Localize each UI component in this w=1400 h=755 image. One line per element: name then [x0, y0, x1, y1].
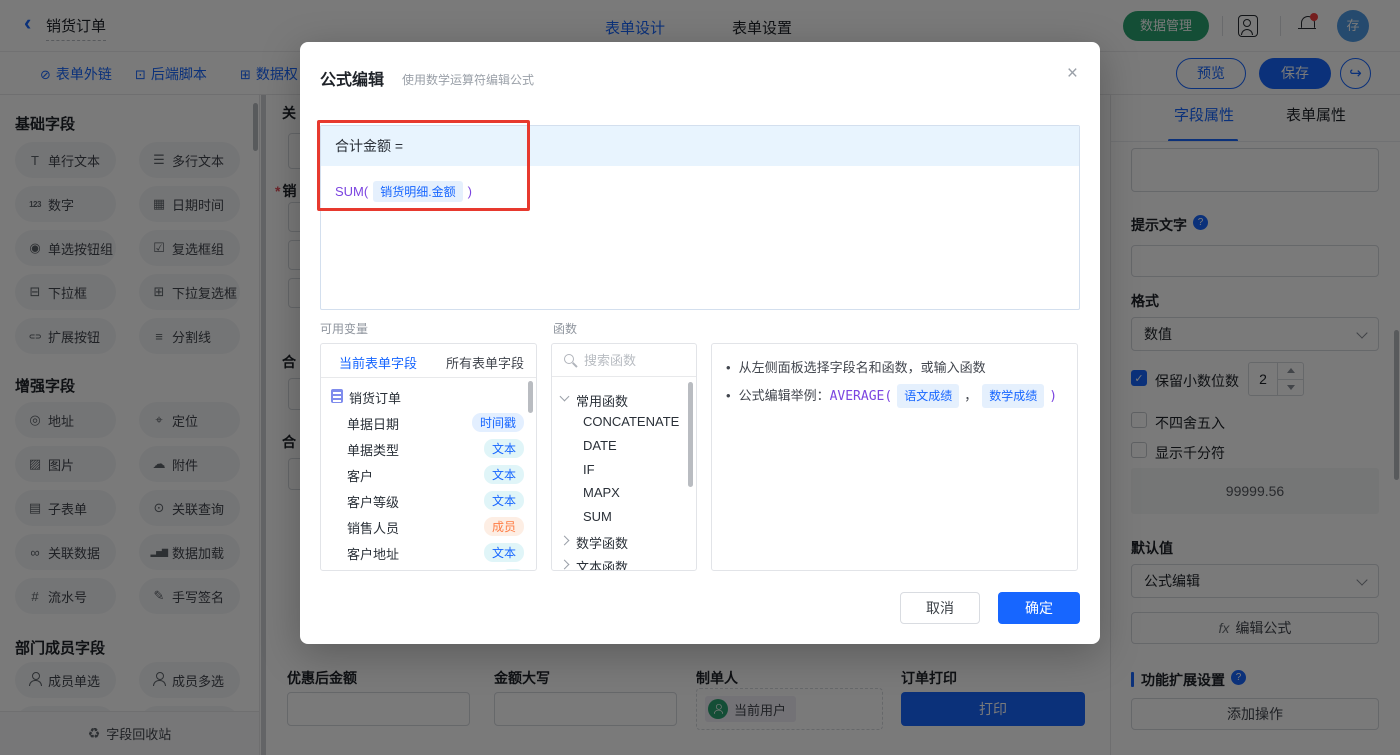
formula-target: 合计金额 =: [321, 126, 1079, 166]
function-item[interactable]: IF: [552, 459, 696, 482]
variable-row-partial[interactable]: [321, 565, 536, 571]
variable-form-node[interactable]: 销货订单: [321, 383, 536, 409]
field-chip[interactable]: 销货明细.金额: [373, 181, 462, 202]
type-badge: [502, 569, 524, 571]
help-tip-2: •公式编辑举例：AVERAGE(语文成绩，数学成绩): [726, 384, 1061, 408]
type-badge: 文本: [484, 439, 524, 458]
search-icon: [564, 354, 574, 364]
close-icon[interactable]: ×: [1067, 64, 1078, 83]
variable-row[interactable]: 客户地址文本: [321, 539, 536, 565]
example-field-chip: 数学成绩: [982, 384, 1044, 408]
dialog-title: 公式编辑: [320, 66, 384, 90]
variable-row[interactable]: 单据类型文本: [321, 435, 536, 461]
form-doc-icon: [331, 389, 343, 403]
function-group-text[interactable]: 文本函数: [552, 554, 696, 571]
function-item[interactable]: SUM: [552, 506, 696, 529]
function-item[interactable]: MAPX: [552, 482, 696, 505]
app-window: ‹ 销货订单 表单设计 表单设置 数据管理 存 ⊘表单外链 ⊡后端脚本 ⊞数据权…: [0, 0, 1400, 755]
function-item[interactable]: DATE: [552, 435, 696, 458]
functions-scrollbar[interactable]: [688, 382, 693, 487]
type-badge: 文本: [484, 491, 524, 510]
chevron-right-icon: [560, 560, 570, 570]
help-tip-1: •从左侧面板选择字段名和函数，或输入函数: [726, 358, 1061, 378]
tab-current-form-fields[interactable]: 当前表单字段: [339, 353, 417, 372]
variables-section-label: 可用变量: [320, 320, 368, 337]
function-search-input[interactable]: [582, 348, 682, 372]
tab-all-form-fields[interactable]: 所有表单字段: [446, 353, 524, 372]
variable-row[interactable]: 单据日期时间戳: [321, 409, 536, 435]
variable-row[interactable]: 客户等级文本: [321, 487, 536, 513]
type-badge: 文本: [484, 543, 524, 562]
chevron-down-icon: [560, 392, 570, 402]
type-badge: 时间戳: [472, 413, 524, 432]
cancel-button[interactable]: 取消: [900, 592, 980, 624]
example-function: AVERAGE(: [830, 389, 893, 404]
type-badge: 成员: [484, 517, 524, 536]
variables-scrollbar[interactable]: [528, 381, 533, 413]
type-badge: 文本: [484, 465, 524, 484]
function-item[interactable]: CONCATENATE: [552, 411, 696, 434]
formula-edit-dialog: 公式编辑 使用数学运算符编辑公式 × 合计金额 = SUM(销货明细.金额) 可…: [300, 42, 1100, 644]
variables-panel: 当前表单字段 所有表单字段 销货订单 单据日期时间戳 单据类型文本 客户文本 客…: [320, 343, 537, 571]
formula-expression[interactable]: SUM(销货明细.金额): [335, 181, 472, 202]
variables-tabs: 当前表单字段 所有表单字段: [321, 344, 536, 378]
variable-row[interactable]: 销售人员成员: [321, 513, 536, 539]
function-group-math[interactable]: 数学函数: [552, 530, 696, 553]
variable-row[interactable]: 客户文本: [321, 461, 536, 487]
functions-panel: 常用函数 CONCATENATE DATE IF MAPX SUM 数学函数 文…: [551, 343, 697, 571]
function-group-common[interactable]: 常用函数: [552, 388, 696, 411]
function-search: [552, 344, 696, 377]
dialog-subtitle: 使用数学运算符编辑公式: [402, 71, 534, 88]
function-name: SUM: [335, 184, 364, 199]
formula-editor[interactable]: 合计金额 = SUM(销货明细.金额): [320, 125, 1080, 310]
functions-section-label: 函数: [553, 320, 577, 337]
help-panel: •从左侧面板选择字段名和函数，或输入函数 •公式编辑举例：AVERAGE(语文成…: [711, 343, 1078, 571]
example-field-chip: 语文成绩: [897, 384, 959, 408]
confirm-button[interactable]: 确定: [998, 592, 1080, 624]
chevron-right-icon: [560, 536, 570, 546]
